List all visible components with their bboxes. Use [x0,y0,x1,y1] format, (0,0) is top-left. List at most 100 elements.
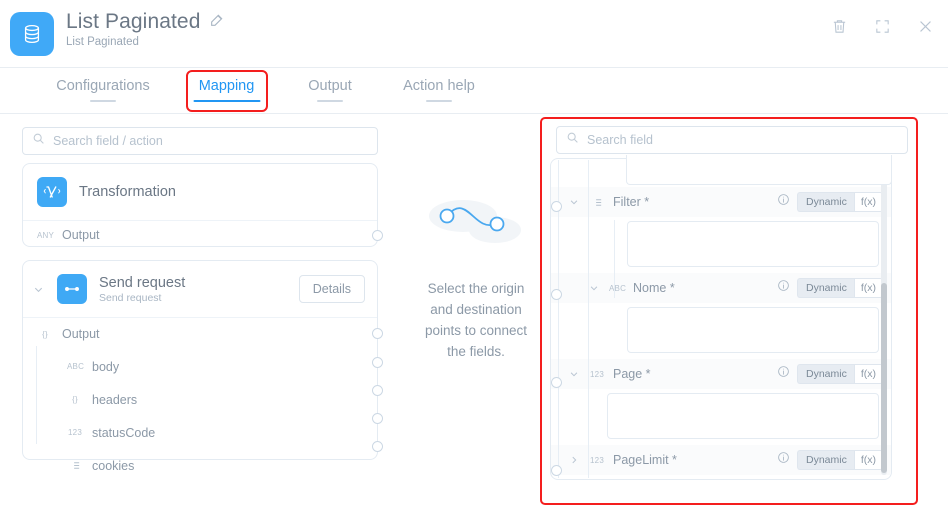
fx-button[interactable]: f(x) [854,278,883,298]
send-request-output-label: Output [62,327,100,341]
field-row-pagelimit[interactable]: 123 PageLimit * Dynamic f(x) [551,445,891,475]
tree-rail [588,160,589,478]
field-row-page[interactable]: 123 Page * Dynamic f(x) [551,359,891,389]
dynamic-button[interactable]: Dynamic [797,278,854,298]
type-number-icon: 123 [67,428,83,437]
tab-underline [193,100,260,103]
field-controls: Dynamic f(x) [777,278,883,298]
field-label: PageLimit * [613,453,677,467]
search-icon [566,131,579,149]
connector-dot[interactable] [551,377,562,388]
send-request-output-row[interactable]: {} Output [23,318,377,350]
type-list-icon [589,197,605,208]
connector-dot[interactable] [372,230,383,241]
transformation-output-label: Output [62,228,100,242]
field-input-partial-top[interactable] [626,155,892,185]
field-row-filter[interactable]: Filter * Dynamic f(x) [551,187,891,217]
info-icon[interactable] [777,365,790,383]
type-object-icon: {} [37,330,53,339]
search-field-action-input[interactable]: Search field / action [22,127,378,155]
connector-dot[interactable] [551,465,562,476]
database-icon [10,12,54,56]
field-controls: Dynamic f(x) [777,192,883,212]
field-row-headers[interactable]: {} headers [23,383,377,416]
tab-action-help-label: Action help [403,78,475,94]
lambda-icon [37,177,67,207]
search-left-placeholder: Search field / action [53,134,163,148]
connector-dot[interactable] [551,201,562,212]
field-row-statuscode[interactable]: 123 statusCode [23,416,377,449]
field-label: Nome * [633,281,675,295]
dynamic-button[interactable]: Dynamic [797,192,854,212]
expand-icon[interactable] [874,18,891,40]
fx-button[interactable]: f(x) [854,192,883,212]
field-input-filter[interactable] [627,221,879,267]
connector-dot[interactable] [551,289,562,300]
chevron-down-icon[interactable] [587,283,601,293]
field-label: Page * [613,367,651,381]
tab-configurations[interactable]: Configurations [52,78,154,102]
info-icon[interactable] [777,193,790,211]
search-right-placeholder: Search field [587,133,653,147]
transformation-title: Transformation [79,184,176,200]
tab-mapping[interactable]: Mapping [193,78,260,102]
details-button[interactable]: Details [299,275,365,303]
transformation-header: Transformation [23,164,377,220]
edit-pencil-icon[interactable] [209,12,225,33]
field-row-cookies[interactable]: cookies [23,449,377,482]
tab-action-help[interactable]: Action help [400,78,478,102]
empty-state-message: Select the origin and destination points… [424,278,528,362]
info-icon[interactable] [777,451,790,469]
chevron-right-icon[interactable] [567,455,581,465]
search-field-input[interactable]: Search field [556,126,908,154]
tab-bar: Configurations Mapping Output Action hel… [0,68,948,114]
fx-button[interactable]: f(x) [854,364,883,384]
info-icon[interactable] [777,279,790,297]
close-icon[interactable] [917,18,934,40]
panel-scrollbar[interactable] [881,165,887,475]
send-request-subtitle: Send request [99,292,185,304]
connector-dot[interactable] [372,357,383,368]
connector-dot[interactable] [372,328,383,339]
connector-dot[interactable] [372,441,383,452]
send-request-card[interactable]: Send request Send request Details {} Out… [22,260,378,460]
send-request-header: Send request Send request Details [23,261,377,317]
chevron-down-icon[interactable] [567,197,581,207]
transformation-card[interactable]: Transformation ANY Output [22,163,378,247]
field-input-page[interactable] [607,393,879,439]
connector-dot[interactable] [372,413,383,424]
search-icon [32,132,45,150]
arrow-line-icon [57,274,87,304]
chevron-down-icon[interactable] [31,284,45,295]
field-controls: Dynamic f(x) [777,364,883,384]
type-number-icon: 123 [589,456,605,465]
type-list-icon [67,460,83,471]
scrollbar-thumb[interactable] [881,283,887,473]
field-row-body[interactable]: ABC body [23,350,377,383]
page-subtitle: List Paginated [66,36,225,48]
field-label: body [92,360,119,374]
transformation-output-row[interactable]: ANY Output [23,221,377,249]
window-buttons [831,18,934,40]
connector-dot[interactable] [372,385,383,396]
target-fields-panel: Filter * Dynamic f(x) ABC Nome * [550,158,892,480]
field-row-nome[interactable]: ABC Nome * Dynamic f(x) [551,273,891,303]
trash-icon[interactable] [831,18,848,40]
tree-indent-line [36,346,37,444]
tab-mapping-label: Mapping [199,78,255,94]
type-string-icon: ABC [609,284,625,293]
tab-underline [426,100,452,102]
fx-button[interactable]: f(x) [854,450,883,470]
dialog-header: List Paginated List Paginated [0,0,948,68]
title-wrap: List Paginated List Paginated [66,10,225,48]
tab-output[interactable]: Output [303,78,357,102]
tab-underline [90,100,116,102]
field-input-nome[interactable] [627,307,879,353]
dynamic-button[interactable]: Dynamic [797,364,854,384]
connector-curve-icon [425,192,527,267]
send-request-title: Send request [99,275,185,291]
field-label: Filter * [613,195,649,209]
dynamic-button[interactable]: Dynamic [797,450,854,470]
chevron-down-icon[interactable] [567,369,581,379]
type-string-icon: ABC [67,362,83,371]
